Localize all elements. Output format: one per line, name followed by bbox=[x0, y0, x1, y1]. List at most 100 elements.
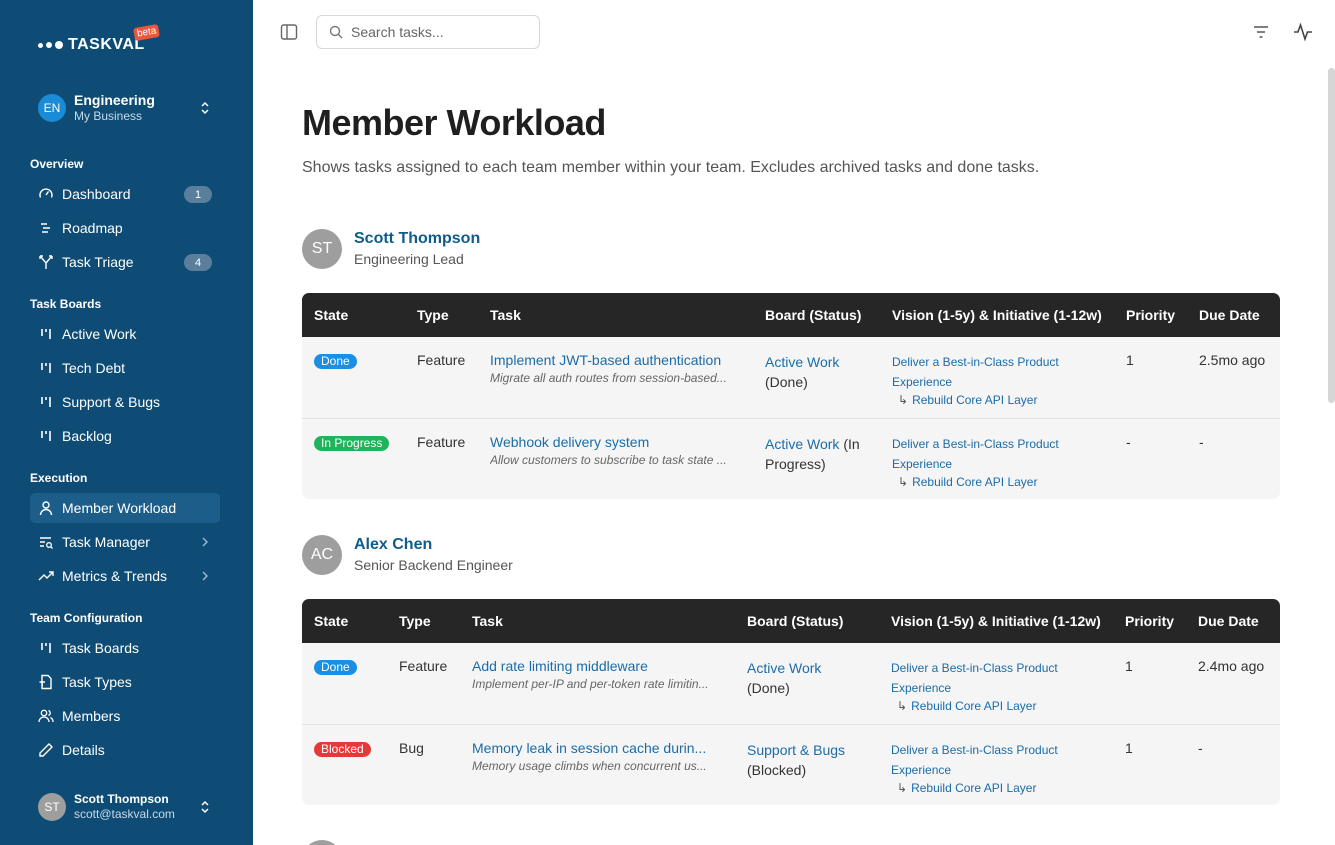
task-type: Feature bbox=[417, 352, 466, 368]
board-status: Active Work (Done) bbox=[765, 352, 880, 392]
kanban-icon bbox=[38, 326, 54, 342]
chevron-up-down-icon bbox=[201, 800, 209, 814]
column-header-type: Type bbox=[399, 613, 431, 629]
column-header-due: Due Date bbox=[1198, 613, 1259, 629]
table-row[interactable]: Blocked Bug Memory leak in session cache… bbox=[302, 724, 1280, 805]
roadmap-icon bbox=[38, 220, 54, 236]
board-link[interactable]: Active Work bbox=[765, 354, 839, 370]
sidebar-item-support-bugs[interactable]: Support & Bugs bbox=[30, 387, 220, 417]
task-title-link[interactable]: Implement JWT-based authentication bbox=[490, 352, 745, 368]
task-description: Allow customers to subscribe to task sta… bbox=[490, 453, 727, 467]
workload-table: State Type Task Board (Status) Vision (1… bbox=[302, 293, 1280, 499]
initiative-link[interactable]: Rebuild Core API Layer bbox=[911, 699, 1036, 713]
vision-link[interactable]: Deliver a Best-in-Class Product Experien… bbox=[892, 437, 1059, 471]
sidebar-item-details[interactable]: Details bbox=[30, 735, 220, 765]
activity-icon[interactable] bbox=[1293, 22, 1313, 42]
sidebar: TASKVAL beta EN Engineering My Business … bbox=[0, 0, 253, 845]
sidebar-item-active-work[interactable]: Active Work bbox=[30, 319, 220, 349]
sidebar-item-metrics-trends[interactable]: Metrics & Trends bbox=[30, 561, 220, 591]
task-type: Bug bbox=[399, 740, 424, 756]
page-scrollbar[interactable] bbox=[1328, 68, 1335, 403]
sidebar-item-label: Metrics & Trends bbox=[62, 568, 168, 584]
sidebar-item-members[interactable]: Members bbox=[30, 701, 220, 731]
member-name[interactable]: Scott Thompson bbox=[354, 229, 480, 249]
filter-icon[interactable] bbox=[1251, 22, 1271, 42]
board-link[interactable]: Support & Bugs bbox=[747, 742, 845, 758]
column-header-vision: Vision (1-5y) & Initiative (1-12w) bbox=[892, 307, 1102, 323]
gauge-icon bbox=[38, 186, 54, 202]
table-header: State Type Task Board (Status) Vision (1… bbox=[302, 599, 1280, 643]
board-status: Active Work (In Progress) bbox=[765, 434, 880, 474]
board-link[interactable]: Active Work bbox=[747, 660, 821, 676]
kanban-icon bbox=[38, 428, 54, 444]
member-name[interactable]: Alex Chen bbox=[354, 535, 513, 555]
vision-initiative: Deliver a Best-in-Class Product Experien… bbox=[892, 434, 1102, 490]
sidebar-item-member-workload[interactable]: Member Workload bbox=[30, 493, 220, 523]
team-switcher[interactable]: EN Engineering My Business bbox=[38, 92, 218, 124]
sidebar-item-label: Task Triage bbox=[62, 254, 134, 270]
section-task-boards: Task Boards bbox=[30, 297, 102, 311]
member-role: Engineering Lead bbox=[354, 251, 464, 267]
table-row[interactable]: Done Feature Implement JWT-based authent… bbox=[302, 337, 1280, 418]
table-row[interactable]: Done Feature Add rate limiting middlewar… bbox=[302, 643, 1280, 724]
sub-arrow-icon: ↳ bbox=[898, 475, 909, 489]
sidebar-item-label: Backlog bbox=[62, 428, 112, 444]
logo-text: TASKVAL bbox=[68, 36, 145, 53]
status-badge: Done bbox=[314, 660, 357, 675]
task-priority: 1 bbox=[1126, 352, 1134, 368]
sidebar-item-roadmap[interactable]: Roadmap bbox=[30, 213, 220, 243]
sidebar-item-task-boards[interactable]: Task Boards bbox=[30, 633, 220, 663]
search-box[interactable] bbox=[316, 15, 540, 49]
column-header-due: Due Date bbox=[1199, 307, 1260, 323]
task-title-link[interactable]: Memory leak in session cache durin... bbox=[472, 740, 724, 756]
table-header: State Type Task Board (Status) Vision (1… bbox=[302, 293, 1280, 337]
user-icon bbox=[38, 500, 54, 516]
vision-link[interactable]: Deliver a Best-in-Class Product Experien… bbox=[891, 743, 1058, 777]
board-status-text: (Done) bbox=[747, 680, 790, 696]
vision-initiative: Deliver a Best-in-Class Product Experien… bbox=[891, 658, 1101, 714]
vision-initiative: Deliver a Best-in-Class Product Experien… bbox=[892, 352, 1102, 408]
sidebar-item-task-triage[interactable]: Task Triage 4 bbox=[30, 247, 220, 277]
kanban-icon bbox=[38, 640, 54, 656]
workload-table: State Type Task Board (Status) Vision (1… bbox=[302, 599, 1280, 805]
sub-arrow-icon: ↳ bbox=[898, 393, 909, 407]
sidebar-item-tech-debt[interactable]: Tech Debt bbox=[30, 353, 220, 383]
column-header-priority: Priority bbox=[1126, 307, 1176, 323]
initiative-link[interactable]: Rebuild Core API Layer bbox=[912, 393, 1037, 407]
file-type-icon bbox=[38, 674, 54, 690]
sidebar-item-task-manager[interactable]: Task Manager bbox=[30, 527, 220, 557]
vision-link[interactable]: Deliver a Best-in-Class Product Experien… bbox=[892, 355, 1059, 389]
avatar: ST bbox=[38, 793, 66, 821]
user-email: scott@taskval.com bbox=[74, 807, 175, 821]
task-title-link[interactable]: Webhook delivery system bbox=[490, 434, 745, 450]
list-search-icon bbox=[38, 534, 54, 550]
team-subtitle: My Business bbox=[74, 109, 143, 123]
initiative-link[interactable]: Rebuild Core API Layer bbox=[911, 781, 1036, 795]
board-link[interactable]: Active Work bbox=[765, 436, 839, 452]
task-priority: - bbox=[1126, 434, 1131, 450]
app-logo[interactable]: TASKVAL beta bbox=[38, 23, 161, 54]
sidebar-item-label: Support & Bugs bbox=[62, 394, 161, 410]
column-header-state: State bbox=[314, 307, 349, 323]
task-due-date: 2.5mo ago bbox=[1199, 352, 1266, 368]
sidebar-toggle-icon[interactable] bbox=[280, 23, 298, 41]
task-title-link[interactable]: Add rate limiting middleware bbox=[472, 658, 724, 674]
sidebar-item-dashboard[interactable]: Dashboard 1 bbox=[30, 179, 220, 209]
beta-badge: beta bbox=[133, 23, 161, 42]
split-icon bbox=[38, 254, 54, 270]
board-status: Active Work (Done) bbox=[747, 658, 867, 698]
task-due-date: - bbox=[1199, 434, 1204, 450]
sidebar-item-backlog[interactable]: Backlog bbox=[30, 421, 220, 451]
vision-link[interactable]: Deliver a Best-in-Class Product Experien… bbox=[891, 661, 1058, 695]
sidebar-item-label: Task Types bbox=[62, 674, 132, 690]
user-switcher[interactable]: ST Scott Thompson scott@taskval.com bbox=[38, 790, 218, 824]
member-header: AC Alex Chen Senior Backend Engineer bbox=[302, 535, 513, 575]
vision-initiative: Deliver a Best-in-Class Product Experien… bbox=[891, 740, 1101, 796]
board-status: Support & Bugs (Blocked) bbox=[747, 740, 867, 780]
table-row[interactable]: In Progress Feature Webhook delivery sys… bbox=[302, 418, 1280, 499]
users-icon bbox=[38, 708, 54, 724]
search-input[interactable] bbox=[351, 24, 521, 40]
initiative-link[interactable]: Rebuild Core API Layer bbox=[912, 475, 1037, 489]
sidebar-item-task-types[interactable]: Task Types bbox=[30, 667, 220, 697]
board-status-text: (Blocked) bbox=[747, 762, 807, 778]
